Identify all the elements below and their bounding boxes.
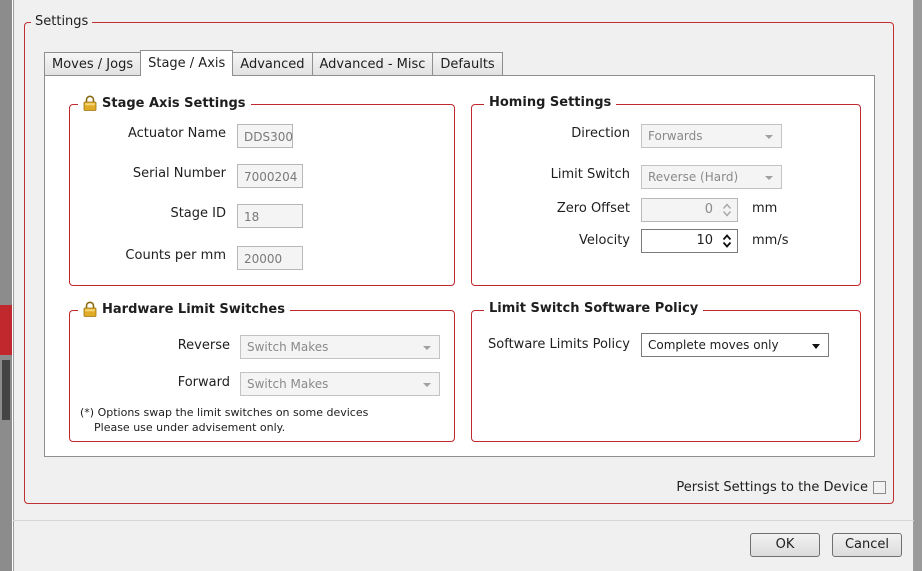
direction-select-value: Forwards [648, 129, 703, 143]
lock-icon [83, 301, 97, 317]
button-bar-separator [13, 520, 914, 521]
serial-number-field: 7000204 [237, 164, 303, 188]
tab-stage-axis[interactable]: Stage / Axis [140, 50, 234, 76]
persist-settings-label: Persist Settings to the Device [676, 480, 868, 495]
chevron-down-icon [812, 344, 820, 349]
counts-per-mm-label: Counts per mm [125, 248, 226, 263]
software-limits-policy-value: Complete moves only [648, 338, 779, 352]
hardware-limit-switches-group: Hardware Limit Switches Reverse Switch M… [69, 301, 455, 442]
limit-switch-note-line-1: (*) Options swap the limit switches on s… [80, 406, 369, 419]
background-window-edge-right [914, 0, 922, 571]
limit-switch-select-value: Reverse (Hard) [648, 170, 739, 184]
spin-arrows-icon [722, 203, 732, 217]
direction-label: Direction [571, 126, 630, 141]
settings-group-title: Settings [31, 14, 93, 29]
software-policy-title: Limit Switch Software Policy [484, 301, 704, 316]
stage-axis-settings-title: Stage Axis Settings [78, 95, 251, 111]
tab-strip: Moves / Jogs Stage / Axis Advanced Advan… [44, 50, 503, 76]
zero-offset-unit: mm [752, 201, 778, 216]
tab-defaults[interactable]: Defaults [432, 52, 503, 76]
reverse-select-value: Switch Makes [247, 340, 329, 354]
spin-arrows-icon [722, 234, 732, 248]
velocity-stepper[interactable]: 10 [641, 229, 738, 253]
zero-offset-stepper[interactable]: 0 [641, 198, 738, 222]
limit-switch-label: Limit Switch [550, 167, 630, 182]
homing-settings-title: Homing Settings [484, 95, 617, 110]
chevron-down-icon [423, 383, 431, 387]
software-policy-title-text: Limit Switch Software Policy [489, 301, 699, 316]
persist-settings-checkbox[interactable] [873, 481, 886, 494]
counts-per-mm-field: 20000 [237, 246, 303, 270]
background-window-edge [0, 0, 12, 571]
stage-id-label: Stage ID [170, 206, 226, 221]
velocity-label: Velocity [579, 233, 630, 248]
cancel-button[interactable]: Cancel [832, 533, 902, 557]
limit-switch-select[interactable]: Reverse (Hard) [641, 165, 782, 189]
homing-settings-title-text: Homing Settings [489, 95, 612, 110]
stage-id-field: 18 [237, 204, 303, 228]
hardware-limit-switches-title-text: Hardware Limit Switches [102, 301, 285, 317]
software-limits-policy-select[interactable]: Complete moves only [641, 333, 829, 357]
tab-panel-stage-axis: Stage Axis Settings Actuator Name DDS300… [44, 75, 875, 457]
homing-settings-group: Homing Settings Direction Forwards Limit… [471, 95, 861, 286]
reverse-select[interactable]: Switch Makes [240, 335, 440, 359]
chevron-down-icon [765, 135, 773, 139]
serial-number-label: Serial Number [132, 166, 226, 181]
software-policy-group: Limit Switch Software Policy Software Li… [471, 301, 861, 442]
forward-label: Forward [177, 375, 230, 390]
ok-button[interactable]: OK [750, 533, 820, 557]
tab-advanced-misc[interactable]: Advanced - Misc [311, 52, 434, 76]
background-red-strip [0, 305, 12, 355]
hardware-limit-switches-title: Hardware Limit Switches [78, 301, 290, 317]
reverse-label: Reverse [177, 338, 230, 353]
persist-settings-option: Persist Settings to the Device [676, 480, 886, 495]
direction-select[interactable]: Forwards [641, 124, 782, 148]
chevron-down-icon [423, 346, 431, 350]
stage-axis-settings-group: Stage Axis Settings Actuator Name DDS300… [69, 95, 455, 286]
tab-moves-jogs[interactable]: Moves / Jogs [44, 52, 142, 76]
velocity-unit: mm/s [752, 233, 789, 248]
lock-icon [83, 95, 97, 111]
background-dark-strip [2, 360, 10, 420]
software-limits-policy-label: Software Limits Policy [488, 337, 630, 352]
actuator-name-label: Actuator Name [128, 126, 226, 141]
actuator-name-field: DDS300 [237, 124, 293, 148]
forward-select[interactable]: Switch Makes [240, 372, 440, 396]
chevron-down-icon [765, 176, 773, 180]
velocity-value: 10 [696, 233, 713, 248]
zero-offset-label: Zero Offset [556, 201, 630, 216]
limit-switch-note-line-2: Please use under advisement only. [94, 421, 286, 434]
tab-advanced[interactable]: Advanced [232, 52, 313, 76]
stage-axis-settings-title-text: Stage Axis Settings [102, 95, 246, 111]
zero-offset-value: 0 [704, 202, 713, 217]
forward-select-value: Switch Makes [247, 377, 329, 391]
